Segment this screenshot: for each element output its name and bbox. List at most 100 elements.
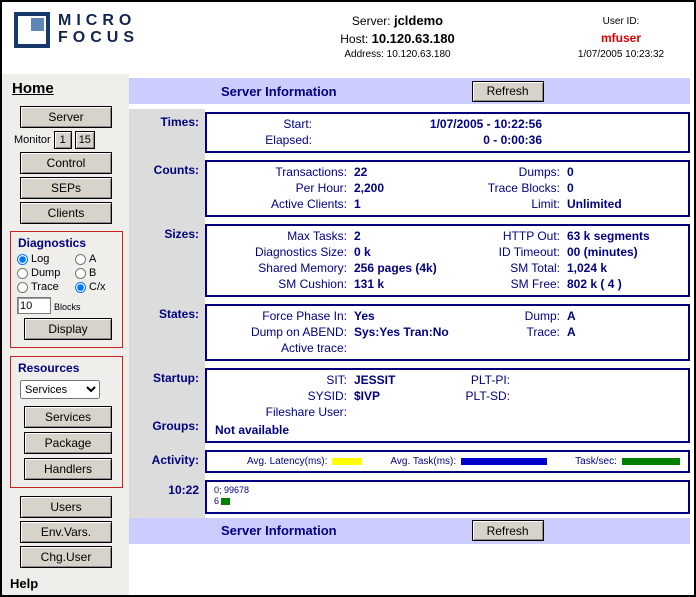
task-sec-legend-label: Task/sec: bbox=[575, 456, 617, 467]
counts-section: Counts: Transactions:22Dumps:0 Per Hour:… bbox=[129, 157, 694, 221]
states-section: States: Force Phase In:YesDump:A Dump on… bbox=[129, 301, 694, 365]
trace-radio-input[interactable] bbox=[17, 282, 28, 293]
address-line: Address: 10.120.63.180 bbox=[239, 48, 556, 62]
bottom-title-bar: Server Information Refresh bbox=[129, 518, 690, 544]
field-label: Per Hour: bbox=[207, 181, 347, 195]
latency-legend-label: Avg. Latency(ms): bbox=[247, 456, 327, 467]
display-button[interactable]: Display bbox=[24, 318, 112, 340]
task-ms-legend-label: Avg. Task(ms): bbox=[390, 456, 456, 467]
activity-time-label: 10:22 bbox=[168, 483, 199, 497]
page-title: Server Information bbox=[221, 84, 337, 99]
diagnostics-title: Diagnostics bbox=[18, 236, 119, 250]
main-content: Server Information Refresh Times: Start:… bbox=[129, 74, 694, 595]
times-section: Times: Start: 1/07/2005 - 10:22:56 Elaps… bbox=[129, 109, 694, 157]
dump-radio[interactable]: Dump bbox=[17, 267, 75, 279]
resources-title: Resources bbox=[18, 361, 119, 375]
field-label: Shared Memory: bbox=[207, 261, 347, 275]
log-radio[interactable]: Log bbox=[17, 253, 75, 265]
field-value: 131 k bbox=[347, 277, 455, 291]
refresh-button-bottom[interactable]: Refresh bbox=[472, 520, 544, 541]
field-label: Max Tasks: bbox=[207, 229, 347, 243]
refresh-button-top[interactable]: Refresh bbox=[472, 81, 544, 102]
field-label: ID Timeout: bbox=[455, 245, 560, 259]
startup-section-label: Startup: bbox=[153, 371, 199, 385]
chg-user-button[interactable]: Chg.User bbox=[20, 546, 112, 568]
field-label: Fileshare User: bbox=[207, 405, 347, 419]
user-id-label: User ID: bbox=[556, 14, 686, 29]
a-radio-input[interactable] bbox=[75, 254, 86, 265]
menu-link[interactable]: Menu bbox=[10, 594, 40, 595]
field-label: Limit: bbox=[455, 197, 560, 211]
cx-radio[interactable]: C/x bbox=[75, 281, 106, 293]
groups-value: Not available bbox=[207, 419, 688, 437]
times-grid: Start: 1/07/2005 - 10:22:56 Elapsed: 0 -… bbox=[207, 117, 688, 147]
handlers-button[interactable]: Handlers bbox=[24, 458, 112, 480]
services-button[interactable]: Services bbox=[24, 406, 112, 428]
a-radio[interactable]: A bbox=[75, 253, 96, 265]
diagnostics-radio-row-1: Log A bbox=[17, 253, 119, 265]
field-label: Dumps: bbox=[455, 165, 560, 179]
field-label: Active trace: bbox=[207, 341, 347, 355]
field-label: Dump on ABEND: bbox=[207, 325, 347, 339]
times-section-label: Times: bbox=[161, 115, 199, 129]
server-label: Server: bbox=[352, 14, 391, 28]
trace-radio-label: Trace bbox=[31, 281, 59, 293]
clients-button[interactable]: Clients bbox=[20, 202, 112, 224]
trace-radio[interactable]: Trace bbox=[17, 281, 75, 293]
env-vars-button[interactable]: Env.Vars. bbox=[20, 521, 112, 543]
seps-button[interactable]: SEPs bbox=[20, 177, 112, 199]
cx-radio-input[interactable] bbox=[75, 282, 86, 293]
field-value: 2,200 bbox=[347, 181, 455, 195]
b-radio-label: B bbox=[89, 267, 96, 279]
states-section-label: States: bbox=[159, 307, 199, 321]
logo-line-1: MICRO bbox=[58, 13, 139, 30]
field-label: PLT-SD: bbox=[455, 389, 510, 403]
microfocus-logo-text: MICRO FOCUS bbox=[58, 13, 139, 47]
activity-data-row: 10:22 0; 99678 6 bbox=[129, 477, 694, 518]
cx-radio-label: C/x bbox=[89, 281, 106, 293]
server-info-page: MICRO FOCUS Server: jcldemo Host: 10.120… bbox=[0, 0, 696, 597]
startup-section: Startup: Groups: SIT:JESSITPLT-PI: SYSID… bbox=[129, 365, 694, 447]
field-value: 1,024 k bbox=[560, 261, 688, 275]
field-label: PLT-PI: bbox=[455, 373, 510, 387]
blocks-label: Blocks bbox=[54, 302, 81, 314]
field-label: HTTP Out: bbox=[455, 229, 560, 243]
b-radio-input[interactable] bbox=[75, 268, 86, 279]
field-label: SM Free: bbox=[455, 277, 560, 291]
page-header: MICRO FOCUS Server: jcldemo Host: 10.120… bbox=[2, 2, 694, 74]
dump-radio-input[interactable] bbox=[17, 268, 28, 279]
monitor-label: Monitor bbox=[14, 134, 51, 146]
task-sec-bar-icon bbox=[622, 458, 680, 465]
home-link[interactable]: Home bbox=[12, 80, 54, 97]
users-button[interactable]: Users bbox=[20, 496, 112, 518]
resources-group: Resources Services Services Package Hand… bbox=[10, 356, 123, 488]
address-label: Address: bbox=[344, 49, 383, 60]
field-label: Trace Blocks: bbox=[455, 181, 560, 195]
host-line: Host: 10.120.63.180 bbox=[239, 30, 556, 48]
states-grid: Force Phase In:YesDump:A Dump on ABEND:S… bbox=[207, 309, 688, 355]
field-value: 2 bbox=[347, 229, 455, 243]
field-value: 0 bbox=[560, 181, 688, 195]
package-button[interactable]: Package bbox=[24, 432, 112, 454]
diagnostics-radio-row-3: Trace C/x bbox=[17, 281, 119, 293]
counts-section-label: Counts: bbox=[154, 163, 199, 177]
field-label: Dump: bbox=[455, 309, 560, 323]
activity-value-line-2: 6 bbox=[207, 496, 688, 507]
blocks-input[interactable] bbox=[17, 297, 51, 314]
field-value: 1/07/2005 - 10:22:56 bbox=[312, 117, 542, 131]
monitor-15-button[interactable]: 15 bbox=[75, 131, 95, 149]
log-radio-input[interactable] bbox=[17, 254, 28, 265]
control-button[interactable]: Control bbox=[20, 152, 112, 174]
task-sec-mini-bar-icon bbox=[221, 498, 230, 505]
monitor-1-button[interactable]: 1 bbox=[54, 131, 72, 149]
field-label: Trace: bbox=[455, 325, 560, 339]
field-label: Diagnostics Size: bbox=[207, 245, 347, 259]
timestamp: 1/07/2005 10:23:32 bbox=[556, 47, 686, 62]
b-radio[interactable]: B bbox=[75, 267, 96, 279]
field-label: Transactions: bbox=[207, 165, 347, 179]
field-value: 256 pages (4k) bbox=[347, 261, 455, 275]
field-label: SM Cushion: bbox=[207, 277, 347, 291]
resources-select[interactable]: Services bbox=[20, 380, 100, 399]
server-button[interactable]: Server bbox=[20, 106, 112, 128]
sizes-section: Sizes: Max Tasks:2HTTP Out:63 k segments… bbox=[129, 221, 694, 301]
